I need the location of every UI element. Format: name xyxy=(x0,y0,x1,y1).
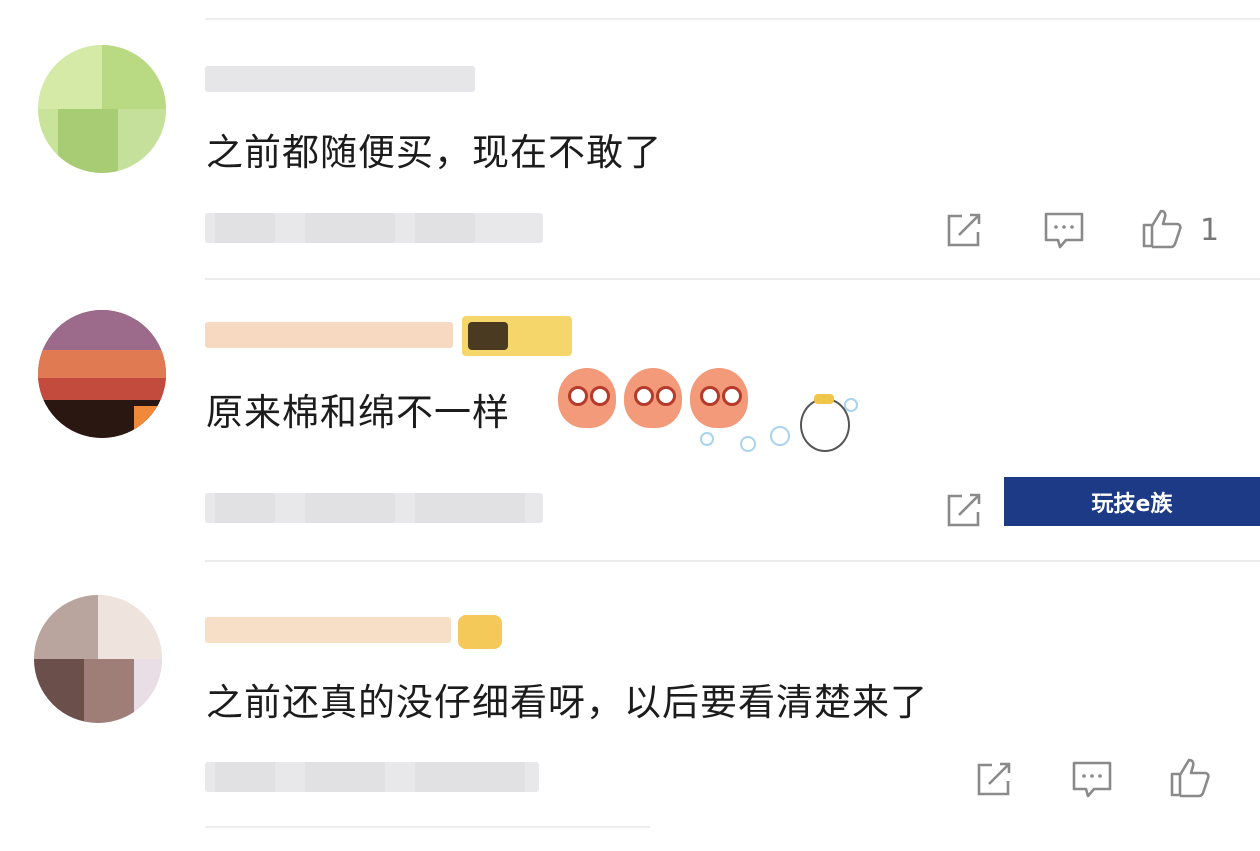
like-icon[interactable] xyxy=(1140,206,1184,250)
username-blurred[interactable] xyxy=(205,66,475,92)
share-icon[interactable] xyxy=(972,757,1016,801)
reply-icon[interactable] xyxy=(1070,757,1114,801)
username-blurred[interactable] xyxy=(205,322,453,348)
avatar[interactable] xyxy=(34,595,162,723)
bubble-sticker-emoji xyxy=(700,392,860,462)
watermark-logo: 玩技e族 xyxy=(1004,477,1260,526)
comment-text: 之前还真的没仔细看呀，以后要看清楚来了 xyxy=(206,681,928,724)
comment-meta-blurred xyxy=(205,762,539,792)
username-blurred[interactable] xyxy=(205,617,451,643)
crown-badge-icon xyxy=(462,316,572,356)
comment-meta-blurred xyxy=(205,213,543,243)
comment-text: 原来棉和绵不一样 xyxy=(206,391,510,434)
divider xyxy=(205,560,1260,562)
reply-icon[interactable] xyxy=(1042,208,1086,252)
avatar[interactable] xyxy=(38,310,166,438)
share-icon[interactable] xyxy=(942,488,986,532)
excited-face-emoji xyxy=(558,368,616,428)
comment-meta-blurred xyxy=(205,493,543,523)
crown-badge-icon xyxy=(458,615,502,649)
comment-item: 之前还真的没仔细看呀，以后要看清楚来了 xyxy=(0,565,1260,851)
like-count: 1 xyxy=(1200,213,1220,248)
like-icon[interactable] xyxy=(1168,755,1212,799)
share-icon[interactable] xyxy=(942,208,986,252)
divider xyxy=(205,826,650,828)
comment-text: 之前都随便买，现在不敢了 xyxy=(206,131,662,174)
excited-face-emoji xyxy=(624,368,682,428)
comment-item: 之前都随便买，现在不敢了 1 xyxy=(0,0,1260,280)
avatar[interactable] xyxy=(38,45,166,173)
